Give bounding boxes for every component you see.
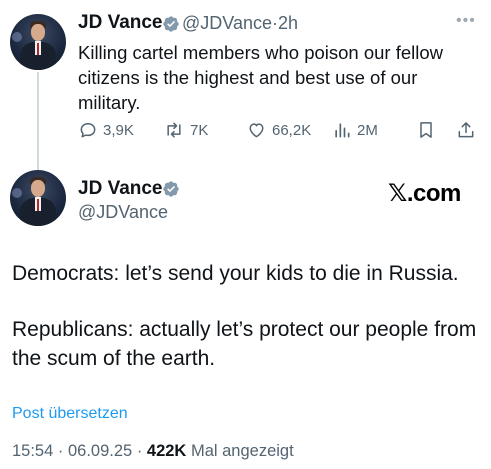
view-count: 422K <box>146 442 187 460</box>
views-button[interactable]: 2M <box>332 118 378 142</box>
more-icon[interactable]: ••• <box>456 12 476 30</box>
avatar-main[interactable] <box>10 170 66 226</box>
tweet-text-paragraph-2: Republicans: actually let’s protect our … <box>12 318 477 370</box>
verified-badge-icon <box>163 181 179 197</box>
author-name[interactable]: JD Vance <box>78 12 163 34</box>
verified-badge-icon <box>163 16 179 32</box>
views-count: 2M <box>357 121 378 139</box>
repost-icon <box>167 122 181 138</box>
tweet-text-paragraph-1: Democrats: let’s send your kids to die i… <box>12 262 459 285</box>
bookmark-button[interactable] <box>416 118 441 142</box>
reply-count: 3,9K <box>103 121 134 139</box>
repost-count: 7K <box>190 121 209 139</box>
tweet-action-bar: 3,9K 7K 66,2K 2M <box>78 118 483 142</box>
views-icon <box>335 123 350 138</box>
tweet-text: Killing cartel members who poison our fe… <box>78 42 444 113</box>
avatar[interactable] <box>10 14 66 70</box>
repost-button[interactable]: 7K <box>163 118 208 142</box>
author-handle-and-time[interactable]: @JDVance·2h <box>182 13 298 34</box>
author-name-main[interactable]: JD Vance <box>78 178 163 200</box>
x-com-watermark: 𝕏.com <box>388 180 461 207</box>
tweet-meta: 15:54 · 06.09.25 · 422K Mal angezeigt <box>12 442 294 460</box>
share-icon <box>458 122 474 138</box>
reply-icon <box>80 123 96 138</box>
thread-connector-line <box>37 72 39 172</box>
post-time[interactable]: 15:54 <box>12 442 53 460</box>
author-handle-main[interactable]: @JDVance <box>78 202 168 223</box>
like-button[interactable]: 66,2K <box>246 118 311 142</box>
post-date[interactable]: 06.09.25 <box>68 442 132 460</box>
share-button[interactable] <box>456 118 481 142</box>
like-icon <box>249 123 264 138</box>
view-label: Mal angezeigt <box>190 442 294 460</box>
translate-link[interactable]: Post übersetzen <box>12 405 128 423</box>
like-count: 66,2K <box>272 121 312 139</box>
bookmark-icon <box>420 122 432 138</box>
reply-button[interactable]: 3,9K <box>78 118 134 142</box>
